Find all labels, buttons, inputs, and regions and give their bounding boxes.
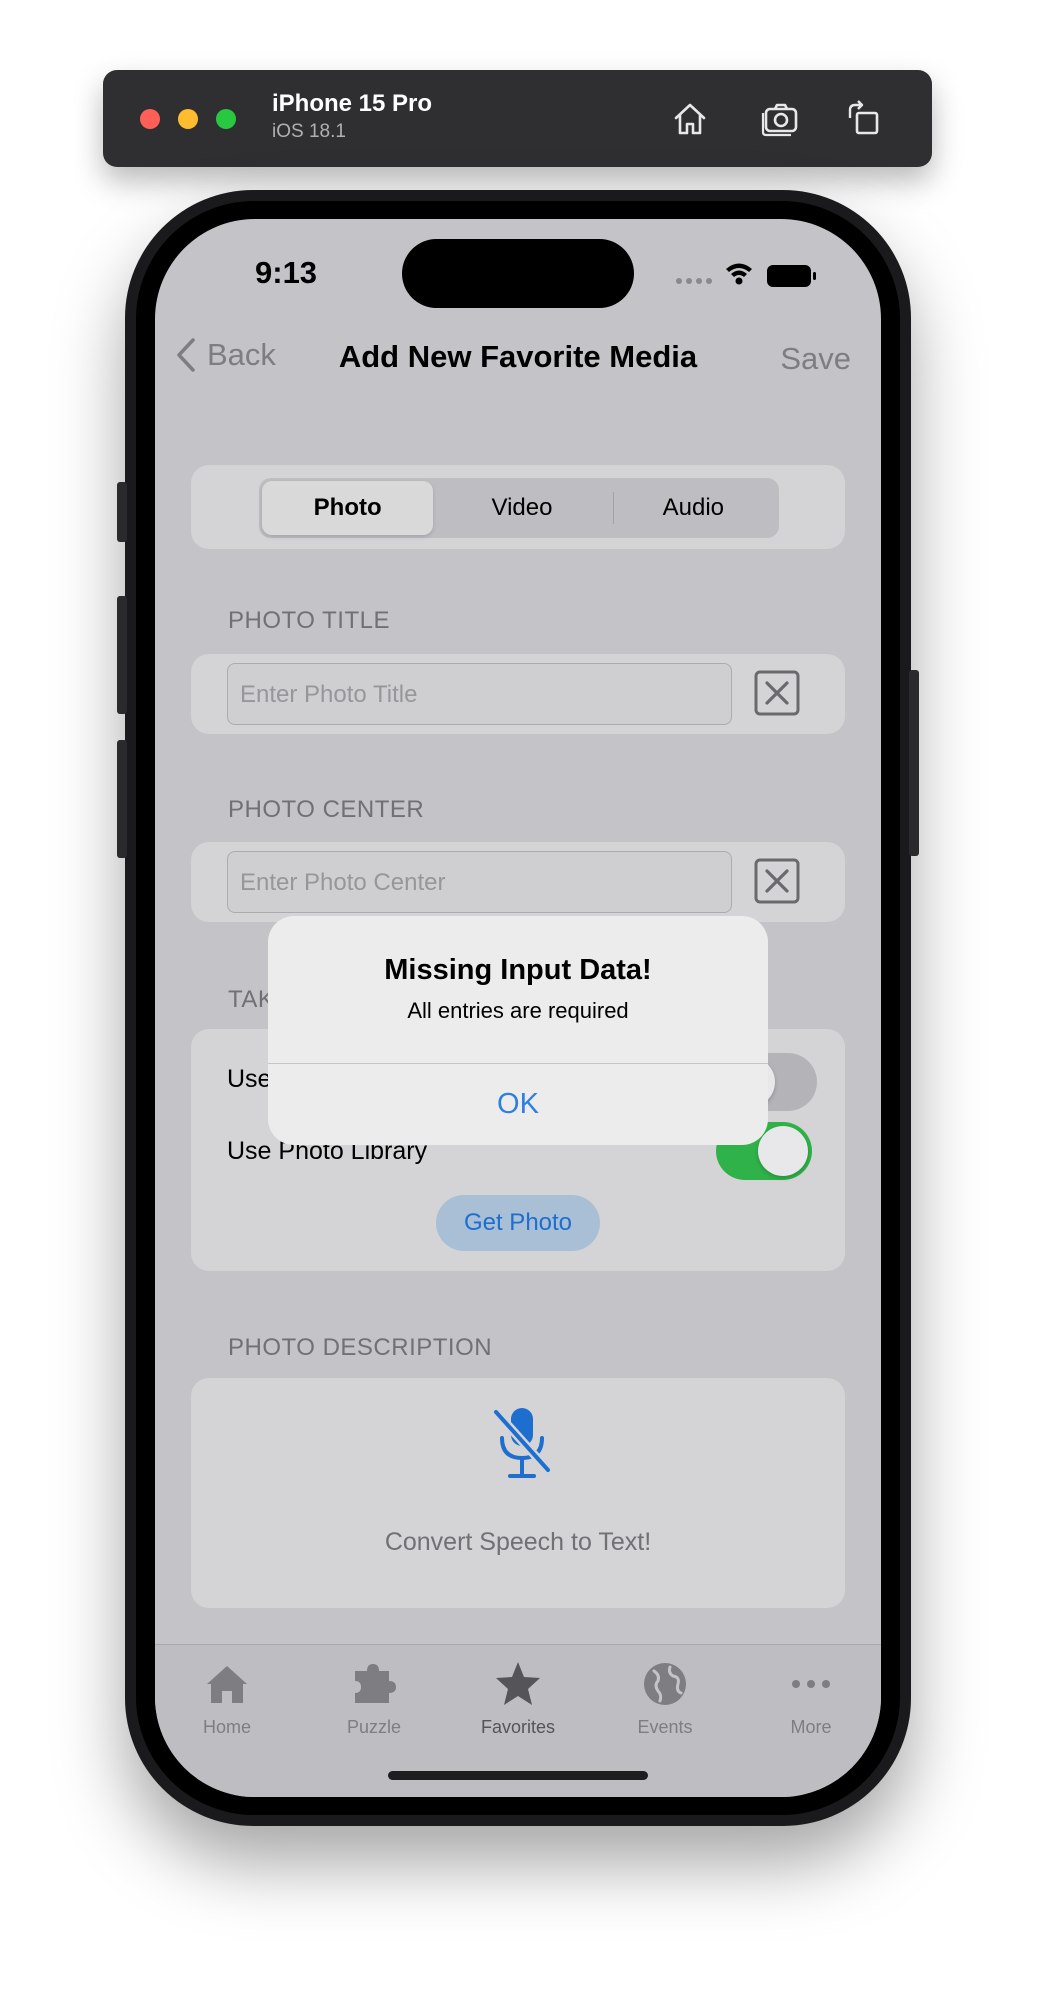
minimize-window-button[interactable] bbox=[178, 109, 198, 129]
rotate-icon[interactable] bbox=[841, 96, 887, 142]
status-time: 9:13 bbox=[255, 255, 318, 290]
volume-up-button bbox=[117, 596, 127, 714]
cellular-signal-icon bbox=[676, 278, 712, 284]
os-version: iOS 18.1 bbox=[272, 121, 346, 142]
segment-divider bbox=[613, 492, 614, 524]
dynamic-island bbox=[402, 239, 634, 308]
ellipsis-icon bbox=[792, 1680, 830, 1688]
photo-description-card: Convert Speech to Text! bbox=[191, 1378, 845, 1608]
convert-speech-label[interactable]: Convert Speech to Text! bbox=[191, 1528, 845, 1557]
action-button bbox=[117, 482, 127, 542]
segment-audio[interactable]: Audio bbox=[608, 478, 779, 538]
photo-title-card: Enter Photo Title bbox=[191, 654, 845, 734]
globe-icon bbox=[644, 1663, 686, 1705]
home-icon[interactable] bbox=[667, 96, 713, 142]
segment-video[interactable]: Video bbox=[436, 478, 607, 538]
mic-slash-icon[interactable] bbox=[491, 1404, 553, 1482]
page-title: Add New Favorite Media bbox=[338, 339, 698, 374]
missing-input-alert: Missing Input Data! All entries are requ… bbox=[268, 916, 768, 1145]
zoom-window-button[interactable] bbox=[216, 109, 236, 129]
battery-icon bbox=[767, 265, 816, 287]
wifi-icon bbox=[726, 263, 752, 285]
tab-events[interactable]: Events bbox=[610, 1659, 720, 1738]
power-button bbox=[909, 670, 919, 856]
media-type-card: Photo Video Audio bbox=[191, 465, 845, 549]
photo-center-label: PHOTO CENTER bbox=[228, 796, 425, 823]
tab-more[interactable]: More bbox=[756, 1659, 866, 1738]
photo-center-input[interactable]: Enter Photo Center bbox=[227, 851, 732, 913]
photo-description-label: PHOTO DESCRIPTION bbox=[228, 1334, 493, 1361]
photo-center-card: Enter Photo Center bbox=[191, 842, 845, 922]
tab-puzzle[interactable]: Puzzle bbox=[319, 1659, 429, 1738]
device-name: iPhone 15 Pro bbox=[272, 90, 433, 117]
tab-puzzle-label: Puzzle bbox=[346, 1717, 402, 1737]
tab-home[interactable]: Home bbox=[172, 1659, 282, 1738]
tab-events-label: Events bbox=[637, 1717, 693, 1737]
house-icon bbox=[207, 1666, 247, 1703]
star-icon bbox=[496, 1662, 540, 1705]
screenshot-icon[interactable] bbox=[758, 96, 804, 142]
home-indicator bbox=[388, 1771, 648, 1780]
tab-more-label: More bbox=[790, 1717, 832, 1737]
tab-favorites-label: Favorites bbox=[480, 1717, 556, 1737]
alert-message: All entries are required bbox=[407, 998, 629, 1023]
photo-title-label: PHOTO TITLE bbox=[228, 607, 390, 634]
xmark-square-icon bbox=[754, 670, 800, 716]
simulator-toolbar: iPhone 15 Pro iOS 18.1 bbox=[103, 70, 932, 167]
tab-home-label: Home bbox=[202, 1717, 251, 1737]
save-button[interactable]: Save bbox=[780, 341, 851, 377]
status-icons bbox=[671, 259, 821, 300]
media-type-segmented-control[interactable]: Photo Video Audio bbox=[259, 478, 779, 538]
volume-down-button bbox=[117, 740, 127, 858]
xmark-square-icon bbox=[754, 858, 800, 904]
clear-title-button[interactable] bbox=[754, 670, 800, 716]
alert-title: Missing Input Data! bbox=[384, 954, 652, 986]
phone-screen: 9:13 Back Add New Favorite Media Save Ph… bbox=[155, 219, 881, 1797]
tab-favorites[interactable]: Favorites bbox=[463, 1659, 573, 1738]
alert-ok-button[interactable]: OK bbox=[268, 1063, 768, 1145]
get-photo-button[interactable]: Get Photo bbox=[436, 1195, 600, 1251]
use-camera-label: Use bbox=[227, 1065, 272, 1093]
clear-center-button[interactable] bbox=[754, 858, 800, 904]
segment-photo[interactable]: Photo bbox=[262, 481, 434, 535]
close-window-button[interactable] bbox=[140, 109, 160, 129]
photo-title-input[interactable]: Enter Photo Title bbox=[227, 663, 732, 725]
puzzle-icon bbox=[355, 1664, 396, 1703]
